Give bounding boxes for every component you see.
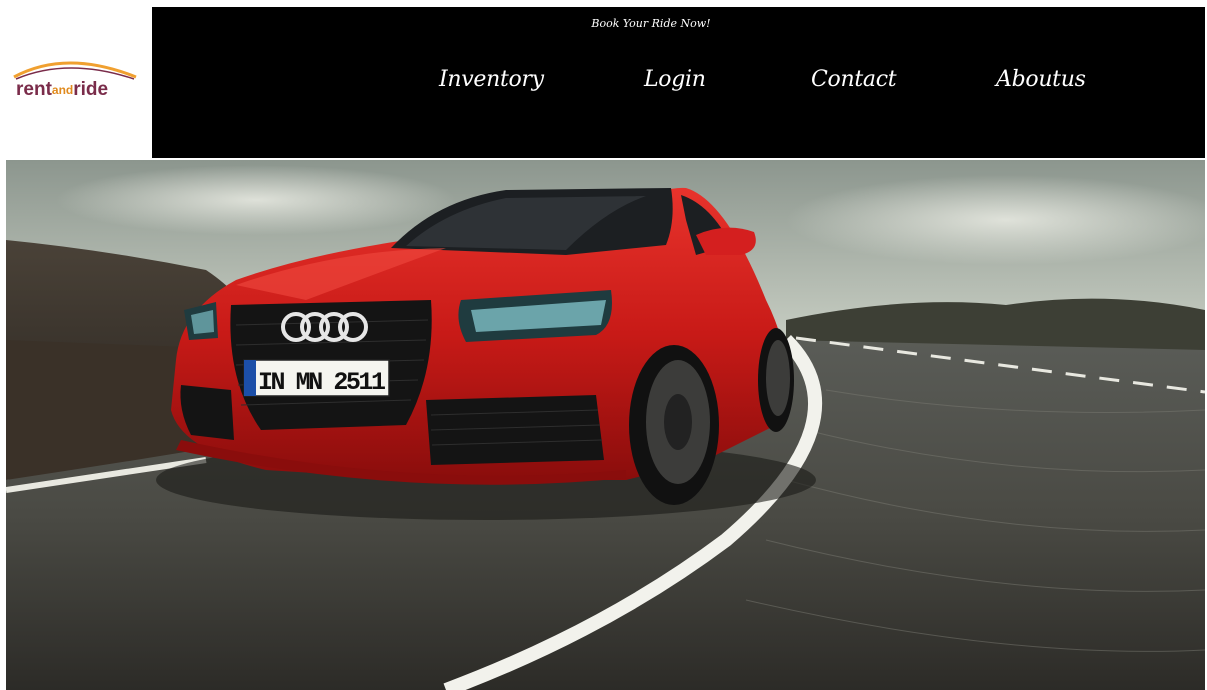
nav-contact[interactable]: Contact bbox=[811, 67, 897, 92]
nav-aboutus[interactable]: Aboutus bbox=[996, 67, 1086, 92]
site-header: rentandride Book Your Ride Now! Inventor… bbox=[6, 7, 1205, 158]
page: rentandride Book Your Ride Now! Inventor… bbox=[0, 0, 1207, 690]
main-nav: Inventory Login Contact Aboutus bbox=[6, 67, 1205, 107]
nav-login[interactable]: Login bbox=[644, 67, 706, 92]
hero-car-image: IN MN 2511 bbox=[6, 160, 1205, 690]
nav-inventory[interactable]: Inventory bbox=[439, 67, 544, 92]
license-plate-text: IN MN 2511 bbox=[258, 368, 386, 397]
book-ride-link[interactable]: Book Your Ride Now! bbox=[566, 17, 736, 30]
hero-banner: IN MN 2511 bbox=[6, 160, 1205, 690]
